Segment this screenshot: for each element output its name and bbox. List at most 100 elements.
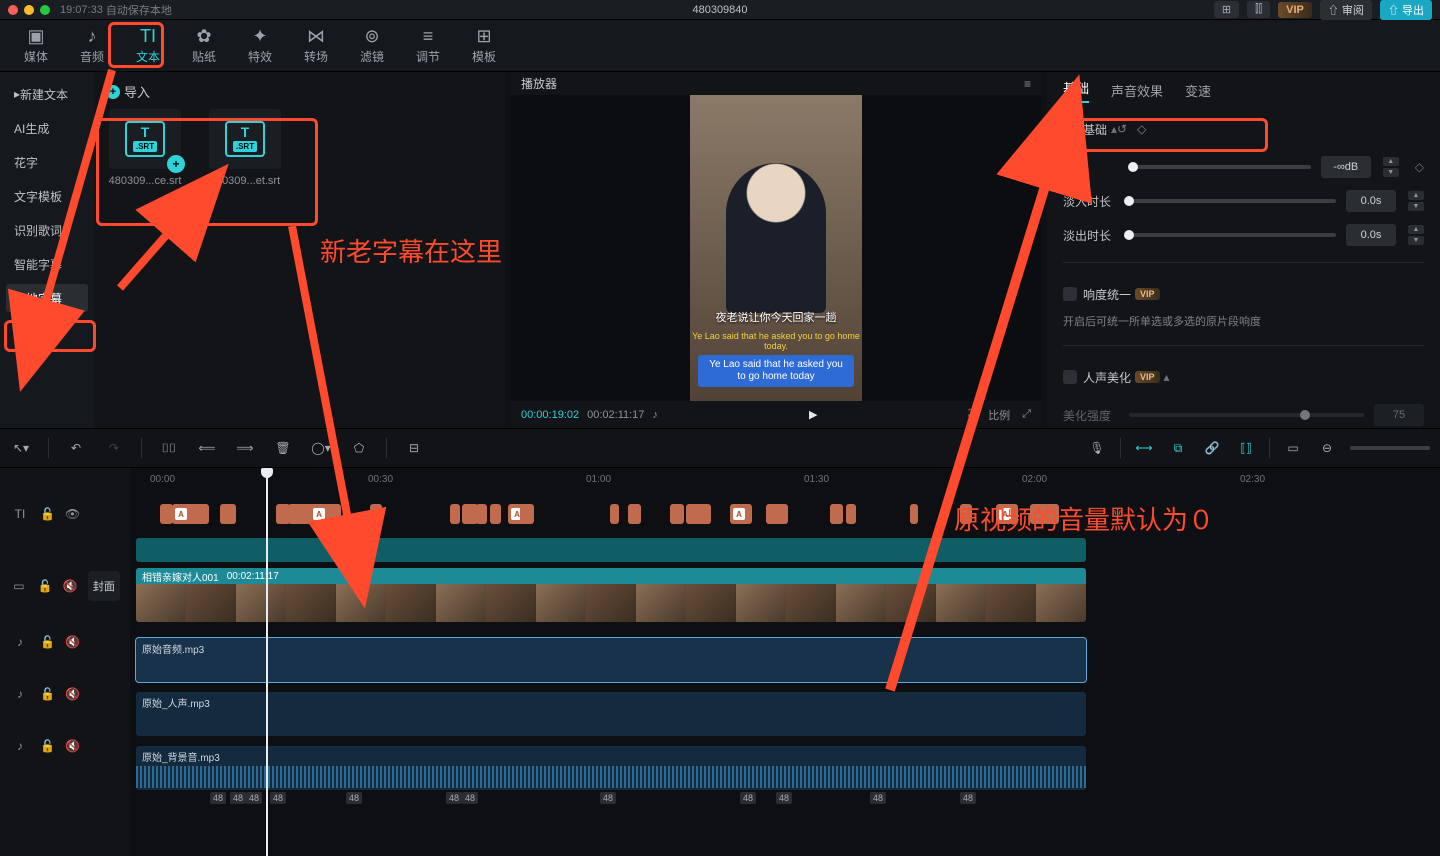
- volume-value[interactable]: -∞dB: [1321, 156, 1371, 178]
- record-icon[interactable]: ◯▾: [310, 437, 332, 459]
- mic-icon[interactable]: 🎙: [1086, 437, 1108, 459]
- fadein-slider[interactable]: [1129, 199, 1336, 203]
- lock-icon[interactable]: 🔓: [40, 739, 55, 753]
- auto-caption-icon[interactable]: ⊟: [403, 437, 425, 459]
- bookmark-icon[interactable]: ⬠: [348, 437, 370, 459]
- volume-row: 音量 -∞dB ▲▼ ◇: [1063, 156, 1424, 178]
- mute-icon[interactable]: 🔇: [63, 579, 78, 593]
- autosave-timestamp: 19:07:33: [60, 4, 103, 16]
- lock-icon[interactable]: 🔓: [40, 507, 55, 521]
- subtitle-track-lane[interactable]: [130, 538, 1440, 562]
- play-button[interactable]: ▶: [802, 404, 824, 426]
- undo-icon[interactable]: ↶: [65, 437, 87, 459]
- preview-viewport[interactable]: 夜老说让你今天回家一趟 Ye Lao said that he asked yo…: [511, 95, 1041, 401]
- frame-scan-icon[interactable]: ⛶: [968, 408, 976, 421]
- collapse-icon[interactable]: ▴: [1164, 370, 1170, 384]
- fadeout-value[interactable]: 0.0s: [1346, 224, 1396, 246]
- export-button[interactable]: ⇧ 导出: [1380, 0, 1432, 20]
- review-button[interactable]: ⇧ 审阅: [1320, 0, 1372, 20]
- prop-tab-speed[interactable]: 变速: [1185, 81, 1211, 100]
- main-tab-bar: ▣媒体 ♪音频 TI文本 ✿贴纸 ✦特效 ⋈转场 ⊚滤镜 ≡调节 ⊞模板: [0, 20, 1440, 72]
- sidebar-item-fancy[interactable]: 花字: [6, 148, 88, 176]
- delete-icon[interactable]: 🗑: [272, 437, 294, 459]
- vip-tag: VIP: [1135, 288, 1160, 300]
- tab-audio[interactable]: ♪音频: [64, 22, 120, 70]
- align-icon[interactable]: ⟦⟧: [1235, 437, 1257, 459]
- template-icon: ⊞: [473, 26, 495, 46]
- mute-icon[interactable]: 🔇: [65, 635, 80, 649]
- lock-icon[interactable]: 🔓: [40, 687, 55, 701]
- video-clip[interactable]: 相错亲嫁对人00100:02:11:17: [136, 568, 1086, 622]
- preview-mode-icon[interactable]: ▭: [1282, 437, 1304, 459]
- sidebar-item-template[interactable]: 文字模板: [6, 182, 88, 210]
- snap-icon[interactable]: ⟷: [1133, 437, 1155, 459]
- panel-icon[interactable]: ⫿⫿: [1247, 1, 1270, 18]
- fadein-stepper[interactable]: ▲▼: [1408, 190, 1424, 212]
- tab-effects[interactable]: ✦特效: [232, 22, 288, 70]
- zoom-slider[interactable]: [1350, 446, 1430, 450]
- aspect-ratio-button[interactable]: 比例: [988, 407, 1010, 423]
- sidebar-item-lyrics[interactable]: 识别歌词: [6, 216, 88, 244]
- volume-icon[interactable]: ♪: [652, 409, 658, 421]
- audio-track-lane[interactable]: 原始_背景音.mp3: [130, 746, 1440, 790]
- cover-button[interactable]: 封面: [88, 571, 120, 601]
- visibility-icon[interactable]: 👁: [65, 507, 80, 521]
- srt-file-card[interactable]: T.SRT 480309...et.srt: [206, 109, 284, 187]
- tab-sticker[interactable]: ✿贴纸: [176, 22, 232, 70]
- link-icon[interactable]: 🔗: [1201, 437, 1223, 459]
- audio-track-lane[interactable]: 原始_人声.mp3: [130, 692, 1440, 736]
- add-to-timeline-icon[interactable]: +: [167, 155, 185, 173]
- video-track-lane[interactable]: 相错亲嫁对人00100:02:11:17: [130, 568, 1440, 628]
- prop-tab-sound-fx[interactable]: 声音效果: [1111, 81, 1163, 100]
- sidebar-item-smart-sub[interactable]: 智能字幕: [6, 250, 88, 278]
- reset-icon[interactable]: ↺: [1117, 122, 1127, 136]
- voice-beautify-checkbox[interactable]: [1063, 370, 1077, 384]
- tab-template[interactable]: ⊞模板: [456, 22, 512, 70]
- filter-icon: ⊚: [361, 26, 383, 46]
- mute-icon[interactable]: 🔇: [65, 739, 80, 753]
- markers-lane[interactable]: 484848484848484848484848: [130, 790, 1440, 810]
- import-button[interactable]: +导入: [106, 82, 150, 101]
- tab-adjust[interactable]: ≡调节: [400, 22, 456, 70]
- magnet-icon[interactable]: ⧉: [1167, 437, 1189, 459]
- trim-right-icon[interactable]: ⟹: [234, 437, 256, 459]
- tab-text[interactable]: TI文本: [120, 22, 176, 70]
- player-menu-icon[interactable]: ≡: [1024, 77, 1031, 91]
- fadeout-slider[interactable]: [1129, 233, 1336, 237]
- prop-tab-basic[interactable]: 基础: [1063, 78, 1089, 103]
- loudness-checkbox[interactable]: [1063, 287, 1077, 301]
- sidebar-item-ai-gen[interactable]: AI生成: [6, 114, 88, 142]
- time-ruler[interactable]: 00:00 00:30 01:00 01:30 02:00 02:30: [130, 468, 1440, 496]
- mute-icon[interactable]: 🔇: [65, 687, 80, 701]
- pointer-tool-icon[interactable]: ↖▾: [10, 437, 32, 459]
- audio-clip-selected[interactable]: 原始音频.mp3: [136, 638, 1086, 682]
- volume-stepper[interactable]: ▲▼: [1383, 156, 1399, 178]
- trim-left-icon[interactable]: ⟸: [196, 437, 218, 459]
- lock-icon[interactable]: 🔓: [40, 635, 55, 649]
- audio-track-lane[interactable]: 原始音频.mp3: [130, 638, 1440, 682]
- srt-file-card[interactable]: T.SRT+ 480309...ce.srt: [106, 109, 184, 187]
- sidebar-item-new-text[interactable]: ▸ 新建文本: [6, 80, 88, 108]
- zoom-out-icon[interactable]: ⊖: [1316, 437, 1338, 459]
- audio-clip[interactable]: 原始_人声.mp3: [136, 692, 1086, 736]
- mac-window-controls[interactable]: [8, 5, 50, 15]
- fadein-value[interactable]: 0.0s: [1346, 190, 1396, 212]
- fullscreen-icon[interactable]: ⤢: [1022, 408, 1031, 421]
- split-icon[interactable]: ⌷⌷: [158, 437, 180, 459]
- layout-icon[interactable]: ⊞: [1214, 1, 1239, 18]
- tab-filter[interactable]: ⊚滤镜: [344, 22, 400, 70]
- basic-checkbox[interactable]: ✓: [1063, 122, 1077, 136]
- playhead[interactable]: [266, 468, 268, 856]
- keyframe-icon[interactable]: ◇: [1137, 122, 1146, 136]
- audio-clip[interactable]: 原始_背景音.mp3: [136, 746, 1086, 790]
- sidebar-item-local-sub[interactable]: 本地字幕: [6, 284, 88, 312]
- volume-slider[interactable]: [1129, 165, 1311, 169]
- fadeout-stepper[interactable]: ▲▼: [1408, 224, 1424, 246]
- tab-media[interactable]: ▣媒体: [8, 22, 64, 70]
- keyframe-icon[interactable]: ◇: [1415, 160, 1424, 174]
- vip-badge[interactable]: VIP: [1278, 2, 1312, 18]
- redo-icon[interactable]: ↷: [103, 437, 125, 459]
- tab-transition[interactable]: ⋈转场: [288, 22, 344, 70]
- timeline-tracks-area[interactable]: 00:00 00:30 01:00 01:30 02:00 02:30 /* d…: [130, 468, 1440, 856]
- lock-icon[interactable]: 🔓: [38, 579, 53, 593]
